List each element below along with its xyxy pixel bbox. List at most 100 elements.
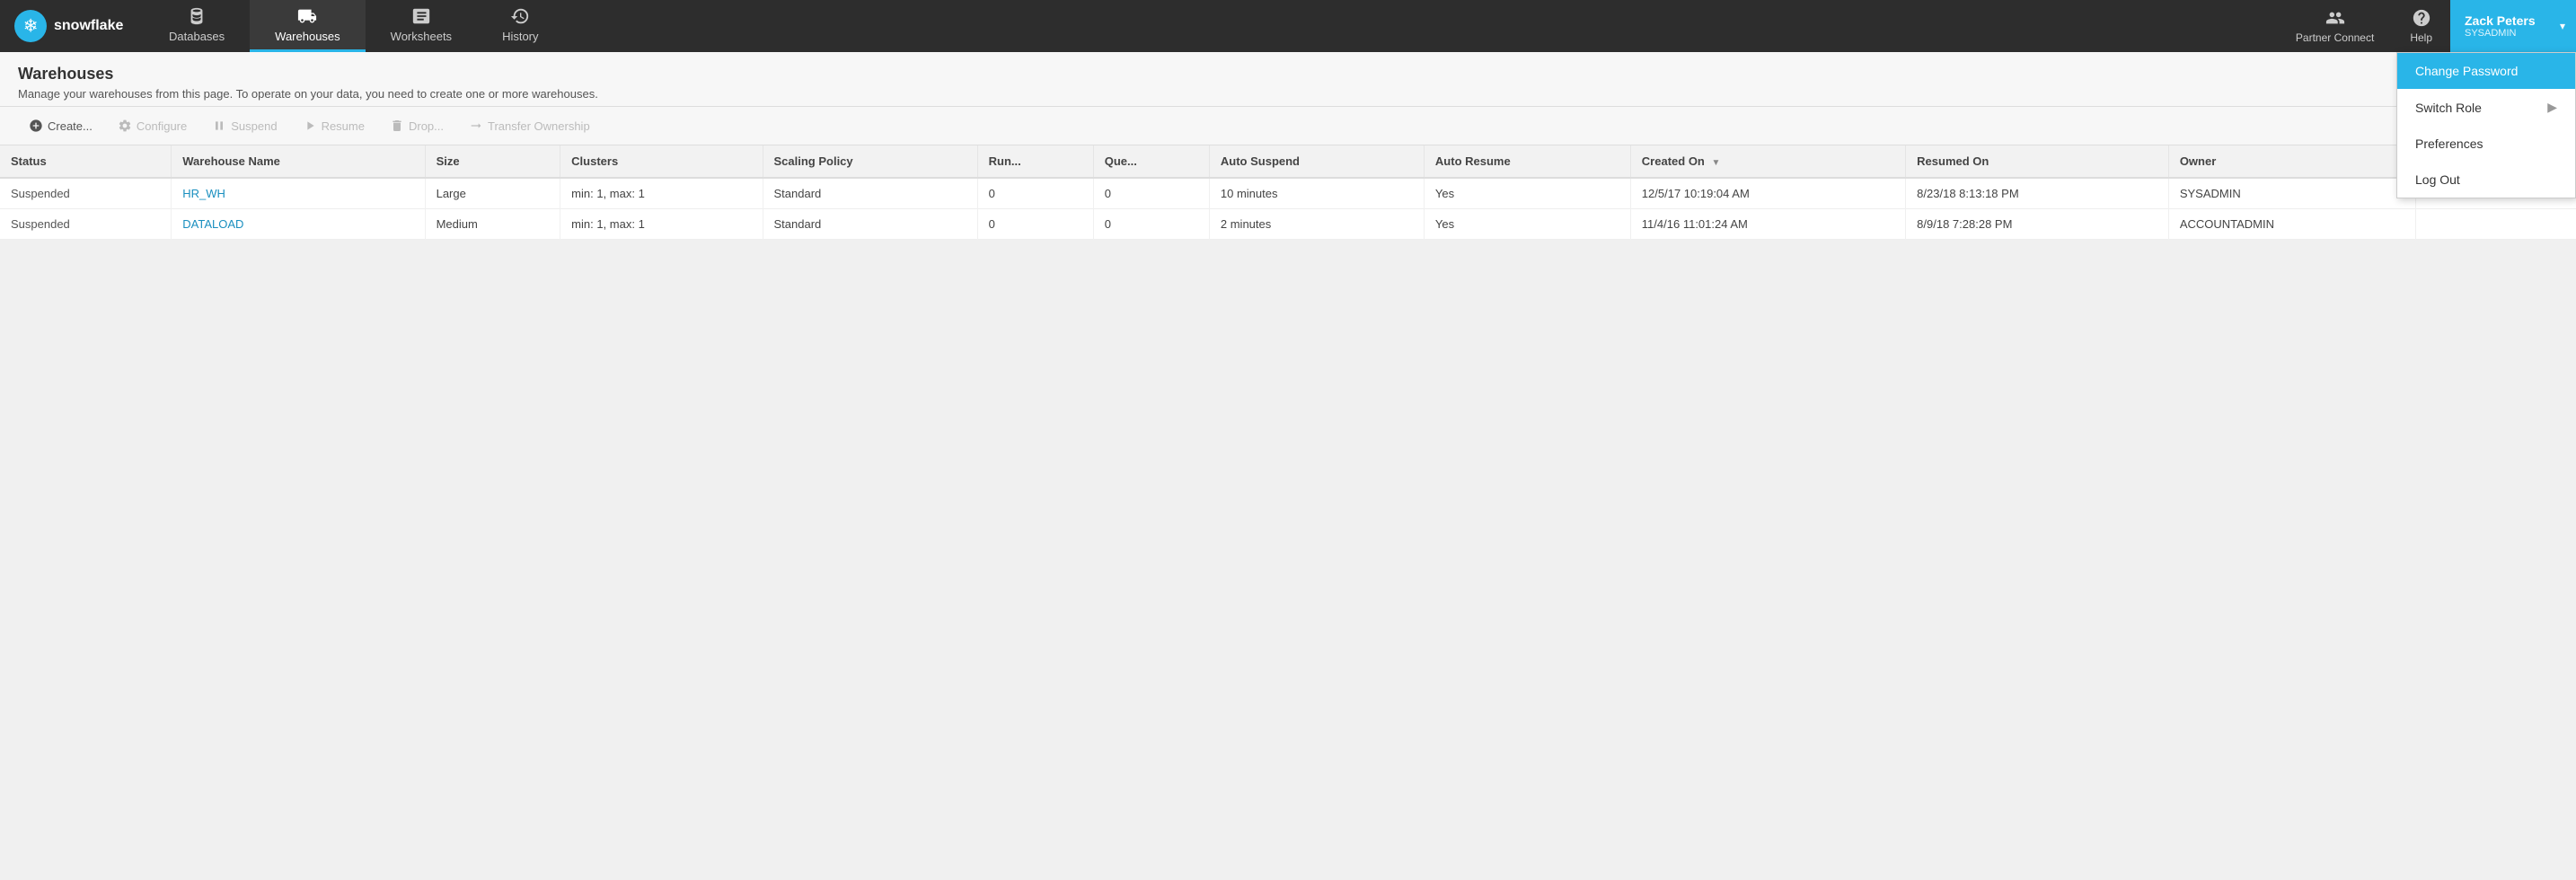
resume-button[interactable]: Resume <box>292 114 375 137</box>
snowflake-logo: ❄ snowflake <box>14 10 123 42</box>
top-nav: ❄ snowflake Databases Warehouses Workshe… <box>0 0 2576 52</box>
partner-connect-icon <box>2325 8 2345 28</box>
row2-auto-suspend: 2 minutes <box>1209 209 1424 240</box>
transfer-ownership-label: Transfer Ownership <box>488 119 590 133</box>
row1-warehouse-name[interactable]: HR_WH <box>172 178 425 209</box>
row2-owner: ACCOUNTADMIN <box>2168 209 2415 240</box>
partner-connect-label: Partner Connect <box>2296 31 2374 44</box>
transfer-ownership-button[interactable]: Transfer Ownership <box>458 114 601 137</box>
help-label: Help <box>2410 31 2432 44</box>
nav-right: Partner Connect Help Zack Peters SYSADMI… <box>2278 0 2576 52</box>
row1-auto-resume: Yes <box>1424 178 1630 209</box>
col-size[interactable]: Size <box>425 145 560 178</box>
col-running[interactable]: Run... <box>977 145 1093 178</box>
col-scaling-policy[interactable]: Scaling Policy <box>763 145 977 178</box>
log-out-item[interactable]: Log Out <box>2397 162 2575 198</box>
row1-auto-suspend: 10 minutes <box>1209 178 1424 209</box>
worksheets-label: Worksheets <box>391 30 452 43</box>
user-name: Zack Peters <box>2465 13 2562 28</box>
configure-icon <box>118 119 132 133</box>
row2-created-on: 11/4/16 11:01:24 AM <box>1630 209 1905 240</box>
warehouses-table-container: Status Warehouse Name Size Clusters Scal… <box>0 145 2576 240</box>
create-icon <box>29 119 43 133</box>
row1-created-on: 12/5/17 10:19:04 AM <box>1630 178 1905 209</box>
row2-clusters: min: 1, max: 1 <box>560 209 763 240</box>
row1-queued: 0 <box>1093 178 1209 209</box>
row2-size: Medium <box>425 209 560 240</box>
col-queued[interactable]: Que... <box>1093 145 1209 178</box>
transfer-icon <box>469 119 483 133</box>
nav-item-history[interactable]: History <box>477 0 563 52</box>
page-subtitle: Manage your warehouses from this page. T… <box>18 87 2558 101</box>
row2-queued: 0 <box>1093 209 1209 240</box>
row1-status: Suspended <box>0 178 172 209</box>
create-button[interactable]: Create... <box>18 114 103 137</box>
row1-running: 0 <box>977 178 1093 209</box>
warehouses-icon <box>297 6 317 26</box>
resume-icon <box>303 119 317 133</box>
switch-role-item[interactable]: Switch Role ▶ <box>2397 89 2575 126</box>
history-label: History <box>502 30 538 43</box>
nav-items: Databases Warehouses Worksheets History <box>144 0 2278 52</box>
create-label: Create... <box>48 119 93 133</box>
row2-auto-resume: Yes <box>1424 209 1630 240</box>
table-header: Status Warehouse Name Size Clusters Scal… <box>0 145 2576 178</box>
worksheets-icon <box>411 6 431 26</box>
user-role: SYSADMIN <box>2465 28 2562 39</box>
table-body: Suspended HR_WH Large min: 1, max: 1 Sta… <box>0 178 2576 240</box>
partner-connect-button[interactable]: Partner Connect <box>2278 0 2392 52</box>
switch-role-label: Switch Role <box>2415 101 2482 115</box>
col-status[interactable]: Status <box>0 145 172 178</box>
help-button[interactable]: Help <box>2392 0 2450 52</box>
drop-button[interactable]: Drop... <box>379 114 454 137</box>
resume-label: Resume <box>322 119 365 133</box>
nav-item-databases[interactable]: Databases <box>144 0 250 52</box>
col-clusters[interactable]: Clusters <box>560 145 763 178</box>
row2-resumed-on: 8/9/18 7:28:28 PM <box>1906 209 2169 240</box>
col-created-on[interactable]: Created On ▼ <box>1630 145 1905 178</box>
warehouses-table: Status Warehouse Name Size Clusters Scal… <box>0 145 2576 240</box>
logo-area: ❄ snowflake <box>0 0 144 52</box>
col-owner[interactable]: Owner <box>2168 145 2415 178</box>
row2-running: 0 <box>977 209 1093 240</box>
row1-size: Large <box>425 178 560 209</box>
svg-text:❄: ❄ <box>23 16 39 36</box>
databases-label: Databases <box>169 30 225 43</box>
row2-warehouse-name[interactable]: DATALOAD <box>172 209 425 240</box>
row1-owner: SYSADMIN <box>2168 178 2415 209</box>
drop-icon <box>390 119 404 133</box>
table-row: Suspended HR_WH Large min: 1, max: 1 Sta… <box>0 178 2576 209</box>
configure-label: Configure <box>137 119 187 133</box>
change-password-item[interactable]: Change Password <box>2397 53 2575 89</box>
row1-resumed-on: 8/23/18 8:13:18 PM <box>1906 178 2169 209</box>
user-menu-button[interactable]: Zack Peters SYSADMIN <box>2450 0 2576 52</box>
col-auto-resume[interactable]: Auto Resume <box>1424 145 1630 178</box>
user-dropdown-menu: Change Password Switch Role ▶ Preference… <box>2396 52 2576 198</box>
sort-icon-created-on: ▼ <box>1712 158 1721 168</box>
preferences-item[interactable]: Preferences <box>2397 126 2575 162</box>
help-icon <box>2412 8 2431 28</box>
drop-label: Drop... <box>409 119 444 133</box>
logo-text: snowflake <box>54 18 123 34</box>
col-warehouse-name[interactable]: Warehouse Name <box>172 145 425 178</box>
table-row: Suspended DATALOAD Medium min: 1, max: 1… <box>0 209 2576 240</box>
nav-item-warehouses[interactable]: Warehouses <box>250 0 366 52</box>
snowflake-icon: ❄ <box>14 10 47 42</box>
suspend-button[interactable]: Suspend <box>201 114 287 137</box>
row2-status: Suspended <box>0 209 172 240</box>
suspend-label: Suspend <box>231 119 277 133</box>
col-auto-suspend[interactable]: Auto Suspend <box>1209 145 1424 178</box>
toolbar: Create... Configure Suspend Resume Drop.… <box>0 107 2576 145</box>
row2-comment <box>2415 209 2576 240</box>
page-header-top: Warehouses Last refreshed 9:39:51 AM <box>18 65 2558 84</box>
page-header: Warehouses Last refreshed 9:39:51 AM Man… <box>0 52 2576 107</box>
page-title: Warehouses <box>18 65 113 84</box>
configure-button[interactable]: Configure <box>107 114 198 137</box>
col-resumed-on[interactable]: Resumed On <box>1906 145 2169 178</box>
databases-icon <box>187 6 207 26</box>
history-icon <box>510 6 530 26</box>
nav-item-worksheets[interactable]: Worksheets <box>366 0 477 52</box>
main-content: Warehouses Last refreshed 9:39:51 AM Man… <box>0 52 2576 240</box>
switch-role-arrow-icon: ▶ <box>2547 100 2557 115</box>
row1-clusters: min: 1, max: 1 <box>560 178 763 209</box>
